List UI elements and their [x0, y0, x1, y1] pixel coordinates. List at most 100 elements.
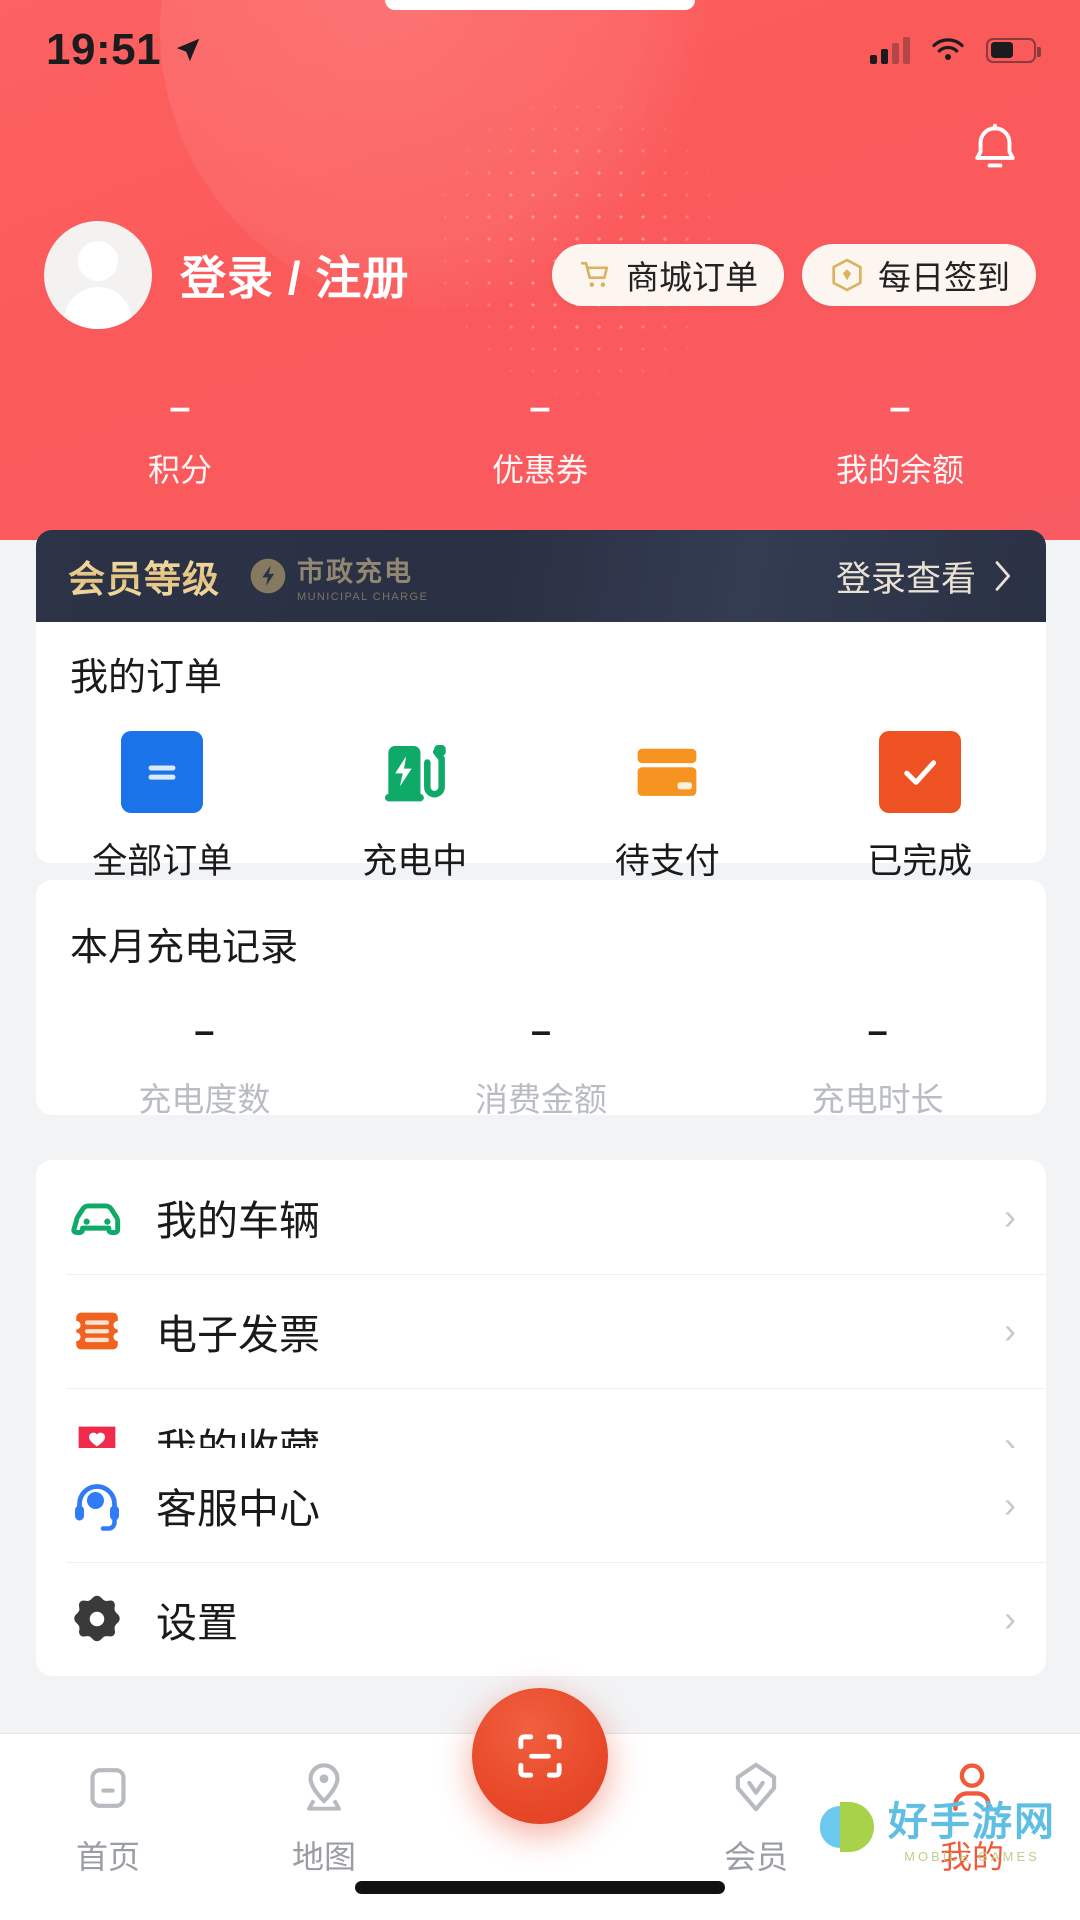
charging-station-icon — [374, 731, 456, 813]
menu-item-e-invoice-label: 电子发票 — [156, 1312, 320, 1358]
month-stat-kwh-value: – — [194, 1010, 215, 1051]
stat-balance-value: – — [889, 387, 911, 429]
headset-icon — [66, 1474, 128, 1536]
order-status-completed[interactable]: 已完成 — [794, 731, 1047, 884]
daily-checkin-button[interactable]: 每日签到 — [802, 244, 1036, 306]
watermark-logo-icon — [820, 1800, 874, 1854]
order-status-pending[interactable]: 待支付 — [541, 731, 794, 884]
member-level-title: 会员等级 — [68, 549, 220, 603]
status-bar-left: 19:51 — [46, 25, 203, 75]
mall-orders-button[interactable]: 商城订单 — [552, 244, 784, 306]
site-watermark: 好手游网 MOBILE GAMES — [820, 1789, 1056, 1864]
stat-points-value: – — [169, 387, 191, 429]
status-time: 19:51 — [46, 25, 162, 74]
order-status-pending-label: 待支付 — [614, 842, 720, 881]
screen-notch — [385, 0, 695, 10]
month-stat-amount: – 消费金额 — [373, 1011, 710, 1121]
default-avatar-icon — [44, 221, 152, 329]
month-stat-duration: – 充电时长 — [709, 1011, 1046, 1121]
menu-item-settings[interactable]: 设置 › — [36, 1562, 1046, 1676]
car-icon — [66, 1186, 128, 1248]
watermark-logo-left — [820, 1805, 840, 1848]
month-stat-kwh: – 充电度数 — [36, 1011, 373, 1121]
order-status-charging[interactable]: 充电中 — [289, 731, 542, 884]
menu-item-customer-service-label: 客服中心 — [156, 1486, 320, 1532]
stat-coupons-value: – — [529, 387, 551, 429]
tab-home-label: 首页 — [75, 1839, 140, 1875]
status-bar: 19:51 — [0, 0, 1080, 100]
login-register-link[interactable]: 登录 / 注册 — [180, 242, 409, 308]
order-status-grid: 全部订单 充电中 待支付 已完成 — [36, 731, 1046, 884]
month-record-title: 本月充电记录 — [70, 927, 299, 969]
check-mark-icon — [878, 731, 961, 813]
shopping-cart-icon — [580, 261, 609, 287]
month-record-stats: – 充电度数 – 消费金额 – 充电时长 — [36, 1011, 1046, 1121]
qr-scan-button[interactable] — [472, 1688, 608, 1824]
order-status-all[interactable]: 全部订单 — [36, 731, 289, 884]
header-pill-group: 商城订单 每日签到 — [552, 244, 1036, 306]
stat-coupons[interactable]: – 优惠券 — [360, 385, 720, 491]
member-badge-icon — [735, 1762, 777, 1812]
stat-points-label: 积分 — [147, 452, 212, 488]
avatar[interactable] — [44, 221, 152, 329]
brand-logo: 市政充电 MUNICIPAL CHARGE — [248, 550, 428, 603]
battery-icon — [986, 37, 1041, 63]
order-status-charging-label: 充电中 — [362, 842, 468, 881]
lightning-bolt-icon — [250, 558, 286, 594]
home-indicator — [355, 1881, 725, 1894]
chevron-right-icon: › — [1004, 1196, 1016, 1237]
home-icon — [90, 1768, 126, 1808]
chevron-right-icon — [995, 561, 1011, 591]
map-pin-icon — [307, 1763, 341, 1811]
brand-name-cn: 市政充电 — [297, 556, 413, 587]
member-login-action[interactable]: 登录查看 — [836, 551, 1014, 602]
header-stats: – 积分 – 优惠券 – 我的余额 — [0, 385, 1080, 491]
gear-icon — [66, 1588, 128, 1650]
watermark-logo-right — [840, 1801, 874, 1852]
watermark-text-en: MOBILE GAMES — [904, 1849, 1040, 1864]
tab-home[interactable]: 首页 — [0, 1734, 216, 1920]
stat-coupons-label: 优惠券 — [491, 452, 588, 488]
check-in-badge-icon — [832, 258, 862, 292]
month-stat-amount-value: – — [530, 1010, 552, 1051]
notification-bell-button[interactable] — [964, 120, 1026, 182]
watermark-text: 好手游网 MOBILE GAMES — [888, 1789, 1056, 1864]
tab-member-label: 会员 — [723, 1839, 788, 1875]
month-charging-record-card: 本月充电记录 – 充电度数 – 消费金额 – 充电时长 — [36, 880, 1046, 1118]
bell-icon — [975, 123, 1015, 168]
my-orders-title: 我的订单 — [70, 657, 223, 699]
watermark-text-cn: 好手游网 — [888, 1800, 1056, 1844]
cellular-signal-icon — [870, 36, 910, 64]
chevron-right-icon: › — [1004, 1598, 1016, 1639]
stat-balance-label: 我的余额 — [835, 452, 964, 488]
qr-scan-icon — [518, 1734, 562, 1778]
credit-card-icon — [626, 731, 708, 813]
menu-group-secondary: 客服中心 › 设置 › — [36, 1448, 1046, 1676]
month-stat-duration-value: – — [867, 1010, 888, 1051]
daily-checkin-label: 每日签到 — [878, 259, 1010, 296]
stat-points[interactable]: – 积分 — [0, 385, 360, 491]
chevron-right-icon: › — [1004, 1484, 1016, 1525]
profile-row: 登录 / 注册 商城订单 每日签到 — [44, 220, 1036, 330]
menu-item-my-vehicles-label: 我的车辆 — [156, 1198, 320, 1244]
menu-item-e-invoice[interactable]: 电子发票 › — [36, 1274, 1046, 1388]
tab-map-label: 地图 — [291, 1839, 356, 1875]
mall-orders-label: 商城订单 — [626, 259, 758, 296]
month-stat-duration-label: 充电时长 — [811, 1081, 944, 1118]
invoice-icon — [66, 1300, 128, 1362]
month-stat-kwh-label: 充电度数 — [138, 1081, 271, 1118]
app-screen: 19:51 登录 / 注册 商城订单 每日签到 – 积分 – 优惠券 – 我的余… — [0, 0, 1080, 1920]
menu-item-my-vehicles[interactable]: 我的车辆 › — [36, 1160, 1046, 1274]
member-level-banner[interactable]: 会员等级 市政充电 MUNICIPAL CHARGE 登录查看 — [36, 530, 1046, 622]
chevron-right-icon: › — [1004, 1310, 1016, 1351]
stat-balance[interactable]: – 我的余额 — [720, 385, 1080, 491]
member-login-label: 登录查看 — [835, 559, 976, 599]
month-stat-amount-label: 消费金额 — [475, 1081, 607, 1118]
my-orders-card: 我的订单 全部订单 充电中 待支付 已完成 — [36, 608, 1046, 881]
menu-item-settings-label: 设置 — [156, 1600, 238, 1646]
menu-item-customer-service[interactable]: 客服中心 › — [36, 1448, 1046, 1562]
order-status-all-label: 全部订单 — [92, 842, 233, 881]
order-list-icon — [121, 731, 204, 813]
brand-logo-text: 市政充电 MUNICIPAL CHARGE — [297, 550, 428, 603]
wifi-icon — [932, 38, 964, 60]
